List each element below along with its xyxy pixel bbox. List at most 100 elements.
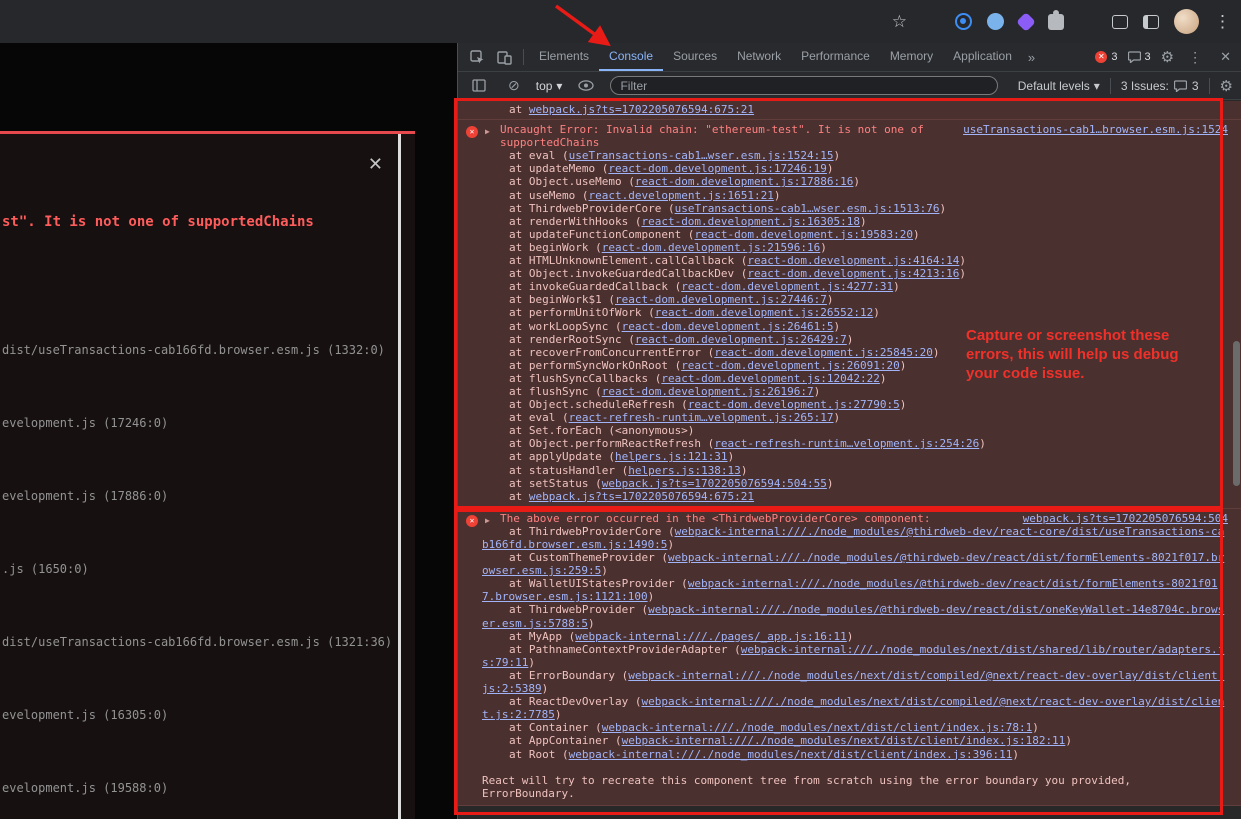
stack-source-link[interactable]: react-dom.development.js:21596:16 <box>602 241 821 254</box>
close-icon[interactable]: ✕ <box>368 154 383 175</box>
stack-source-link[interactable]: webpack-internal:///./node_modules/next/… <box>569 748 1013 761</box>
stack-source-link[interactable]: helpers.js:138:13 <box>628 464 741 477</box>
extension-purple-icon[interactable] <box>1016 12 1036 32</box>
stack-text: ) <box>959 254 966 267</box>
chevron-down-icon: ▾ <box>556 79 562 93</box>
stack-frame: at updateMemo (react-dom.development.js:… <box>482 162 1228 175</box>
stack-source-link[interactable]: react-dom.development.js:4213:16 <box>747 267 959 280</box>
stack-source-link[interactable]: react-dom.development.js:26091:20 <box>681 359 900 372</box>
devtools-close-icon[interactable]: ✕ <box>1216 49 1235 65</box>
stack-source-link[interactable]: react-refresh-runtim…velopment.js:254:26 <box>714 437 979 450</box>
stack-source-link[interactable]: webpack-internal:///./node_modules/next/… <box>622 734 1066 747</box>
stack-source-link[interactable]: react-dom.development.js:26461:5 <box>622 320 834 333</box>
execution-context-select[interactable]: top ▾ <box>536 79 563 93</box>
stack-text: at statusHandler ( <box>509 464 628 477</box>
stack-frame: at HTMLUnknownElement.callCallback (reac… <box>482 254 1228 267</box>
stack-frame: at renderRootSync (react-dom.development… <box>482 333 1228 346</box>
stack-text: ) <box>900 359 907 372</box>
stack-source-link[interactable]: react-dom.development.js:17886:16 <box>635 175 854 188</box>
error-source-link[interactable]: webpack.js?ts=1702205076594:504 <box>1023 512 1228 525</box>
extensions-puzzle-icon[interactable] <box>1048 14 1064 30</box>
error-source-link[interactable]: useTransactions-cab1…browser.esm.js:1524 <box>963 123 1228 136</box>
device-toolbar-icon[interactable] <box>497 50 512 65</box>
stack-source-link[interactable]: useTransactions-cab1…wser.esm.js:1524:15 <box>569 149 834 162</box>
more-tabs-icon[interactable]: » <box>1022 50 1041 65</box>
stack-source-link[interactable]: webpack.js?ts=1702205076594:675:21 <box>529 103 754 116</box>
stack-text: ) <box>900 398 907 411</box>
console-settings-gear-icon[interactable]: ⚙ <box>1220 77 1233 95</box>
message-count-badge[interactable]: 3 <box>1128 51 1151 63</box>
stack-text: at renderRootSync ( <box>509 333 635 346</box>
bookmark-star-icon[interactable]: ☆ <box>892 13 907 30</box>
stack-source-link[interactable]: react-dom.development.js:26429:7 <box>635 333 847 346</box>
stack-source-link[interactable]: react-dom.development.js:12042:22 <box>661 372 880 385</box>
stack-frame: at renderWithHooks (react-dom.developmen… <box>482 215 1228 228</box>
devtools-kebab-icon[interactable]: ⋮ <box>1184 49 1206 66</box>
issues-counter[interactable]: 3 Issues: 3 <box>1121 79 1199 93</box>
stack-source-link[interactable]: react-dom.development.js:26552:12 <box>655 306 874 319</box>
stack-source-link[interactable]: react-dom.development.js:4164:14 <box>747 254 959 267</box>
stack-frame: at statusHandler (helpers.js:138:13) <box>482 464 1228 477</box>
devtools-tabs: ElementsConsoleSourcesNetworkPerformance… <box>529 43 1022 71</box>
page-scrollbar[interactable] <box>398 134 401 819</box>
stack-source-link[interactable]: useTransactions-cab1…wser.esm.js:1513:76 <box>675 202 940 215</box>
stack-text: ) <box>834 149 841 162</box>
stack-source-link[interactable]: react.development.js:1651:21 <box>588 189 773 202</box>
tab-console[interactable]: Console <box>599 43 663 71</box>
stack-source-link[interactable]: webpack-internal:///./node_modules/next/… <box>602 721 1032 734</box>
expand-caret-icon[interactable]: ▶ <box>485 514 490 527</box>
stack-text: ) <box>827 162 834 175</box>
devtools-settings-gear-icon[interactable]: ⚙ <box>1161 48 1174 66</box>
inspect-element-icon[interactable] <box>470 50 485 65</box>
stack-source-link[interactable]: webpack.js?ts=1702205076594:504:55 <box>602 477 827 490</box>
menu-kebab-icon[interactable]: ⋮ <box>1214 13 1231 30</box>
tab-network[interactable]: Network <box>727 43 791 71</box>
tab-elements[interactable]: Elements <box>529 43 599 71</box>
stack-frame: at eval (react-refresh-runtim…velopment.… <box>482 411 1228 424</box>
stack-source-link[interactable]: react-dom.development.js:19583:20 <box>694 228 913 241</box>
stack-source-link[interactable]: react-dom.development.js:27446:7 <box>615 293 827 306</box>
stack-source-link[interactable]: react-refresh-runtim…velopment.js:265:17 <box>569 411 834 424</box>
clear-console-icon[interactable]: ⊘ <box>508 77 520 94</box>
live-expression-eye-icon[interactable] <box>578 80 594 91</box>
stack-text: ) <box>820 241 827 254</box>
stack-text: ) <box>728 450 735 463</box>
side-panel-icon[interactable] <box>1143 15 1159 29</box>
console-sidebar-icon[interactable] <box>472 79 486 92</box>
stack-text: at ReactDevOverlay ( <box>509 695 641 708</box>
stack-text: ) <box>1012 748 1019 761</box>
stack-source-link[interactable]: helpers.js:121:31 <box>615 450 728 463</box>
stack-text: at PathnameContextProviderAdapter ( <box>509 643 741 656</box>
overlay-stack-frame: evelopment.js (17886:0) <box>2 489 168 503</box>
cast-icon[interactable] <box>1112 15 1128 29</box>
log-levels-select[interactable]: Default levels ▾ <box>1018 79 1100 93</box>
divider <box>523 49 524 65</box>
tab-memory[interactable]: Memory <box>880 43 943 71</box>
tab-application[interactable]: Application <box>943 43 1022 71</box>
stack-frame: at webpack.js?ts=1702205076594:675:21 <box>482 490 1228 503</box>
stack-source-link[interactable]: react-dom.development.js:27790:5 <box>688 398 900 411</box>
filter-input[interactable] <box>610 76 997 95</box>
stack-source-link[interactable]: react-dom.development.js:17246:19 <box>608 162 827 175</box>
tab-sources[interactable]: Sources <box>663 43 727 71</box>
stack-source-link[interactable]: webpack-internal:///./pages/_app.js:16:1… <box>575 630 847 643</box>
devtools-panel: ElementsConsoleSourcesNetworkPerformance… <box>457 43 1241 819</box>
stack-text: at useMemo ( <box>509 189 588 202</box>
extension-lightblue-icon[interactable] <box>987 13 1004 30</box>
stack-text: at invokeGuardedCallback ( <box>509 280 681 293</box>
profile-avatar[interactable] <box>1174 9 1199 34</box>
stack-source-link[interactable]: webpack.js?ts=1702205076594:675:21 <box>529 490 754 503</box>
stack-source-link[interactable]: react-dom.development.js:26196:7 <box>602 385 814 398</box>
console-scrollbar[interactable] <box>1233 341 1240 486</box>
stack-text: at HTMLUnknownElement.callCallback ( <box>509 254 747 267</box>
stack-frame: at performSyncWorkOnRoot (react-dom.deve… <box>482 359 1228 372</box>
stack-source-link[interactable]: react-dom.development.js:4277:31 <box>681 280 893 293</box>
stack-source-link[interactable]: react-dom.development.js:16305:18 <box>641 215 860 228</box>
error-count-badge[interactable]: ✕ 3 <box>1095 51 1117 63</box>
tab-performance[interactable]: Performance <box>791 43 880 71</box>
stack-source-link[interactable]: react-dom.development.js:25845:20 <box>714 346 933 359</box>
error-icon: ✕ <box>1095 51 1107 63</box>
extension-blue-icon[interactable] <box>955 13 972 30</box>
expand-caret-icon[interactable]: ▶ <box>485 125 490 138</box>
stack-text: at performSyncWorkOnRoot ( <box>509 359 681 372</box>
